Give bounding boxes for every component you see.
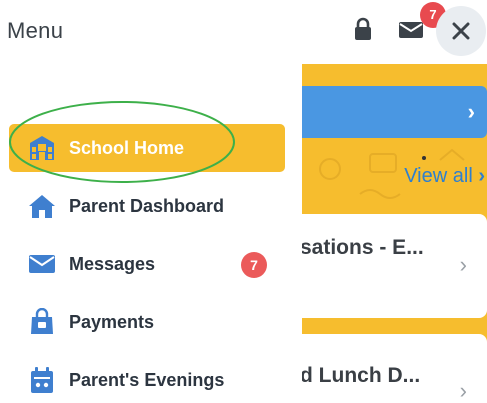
menu-item-parent-dashboard[interactable]: Parent Dashboard: [9, 182, 285, 230]
menu-panel: Menu School Home Parent Dashboard Messag…: [0, 0, 302, 403]
calendar-icon: [27, 365, 57, 395]
menu-item-label: School Home: [69, 137, 185, 158]
menu-item-school-home[interactable]: School Home: [9, 124, 285, 172]
chevron-right-icon: ›: [467, 99, 475, 124]
menu-title: Menu: [7, 18, 64, 43]
chevron-right-icon: ›: [459, 378, 467, 403]
mail-button[interactable]: 7: [398, 2, 446, 42]
chevron-right-icon: ›: [459, 252, 467, 277]
view-all-link[interactable]: View all ›: [404, 164, 485, 188]
menu-item-parents-evenings[interactable]: Parent's Evenings: [9, 356, 285, 403]
close-button[interactable]: [436, 6, 486, 56]
background-card[interactable]: d Lunch D... ›: [300, 334, 487, 403]
mail-icon: [399, 22, 423, 38]
card-title: sations - E...: [300, 236, 424, 259]
unread-count-badge: 7: [241, 252, 267, 278]
menu-item-label: Payments: [69, 311, 155, 332]
menu-item-payments[interactable]: Payments: [9, 298, 285, 346]
menu-item-messages[interactable]: Messages 7: [9, 240, 285, 288]
home-icon: [27, 191, 57, 221]
background-app: › View all › sations - E... › d Lunch D.…: [300, 64, 487, 403]
menu-item-label: Parent's Evenings: [69, 369, 225, 390]
background-dot: [422, 156, 426, 160]
close-icon: [452, 22, 470, 40]
menu-item-label: Messages: [69, 253, 156, 274]
menu-item-label: Parent Dashboard: [69, 195, 225, 216]
school-icon: [27, 133, 57, 163]
lock-icon[interactable]: [353, 17, 373, 41]
background-card[interactable]: sations - E... ›: [300, 214, 487, 318]
background-banner[interactable]: ›: [300, 86, 487, 138]
card-title: d Lunch D...: [300, 364, 421, 387]
chevron-right-icon: ›: [478, 165, 485, 187]
envelope-icon: [27, 249, 57, 279]
shopping-bag-icon: [27, 307, 57, 337]
